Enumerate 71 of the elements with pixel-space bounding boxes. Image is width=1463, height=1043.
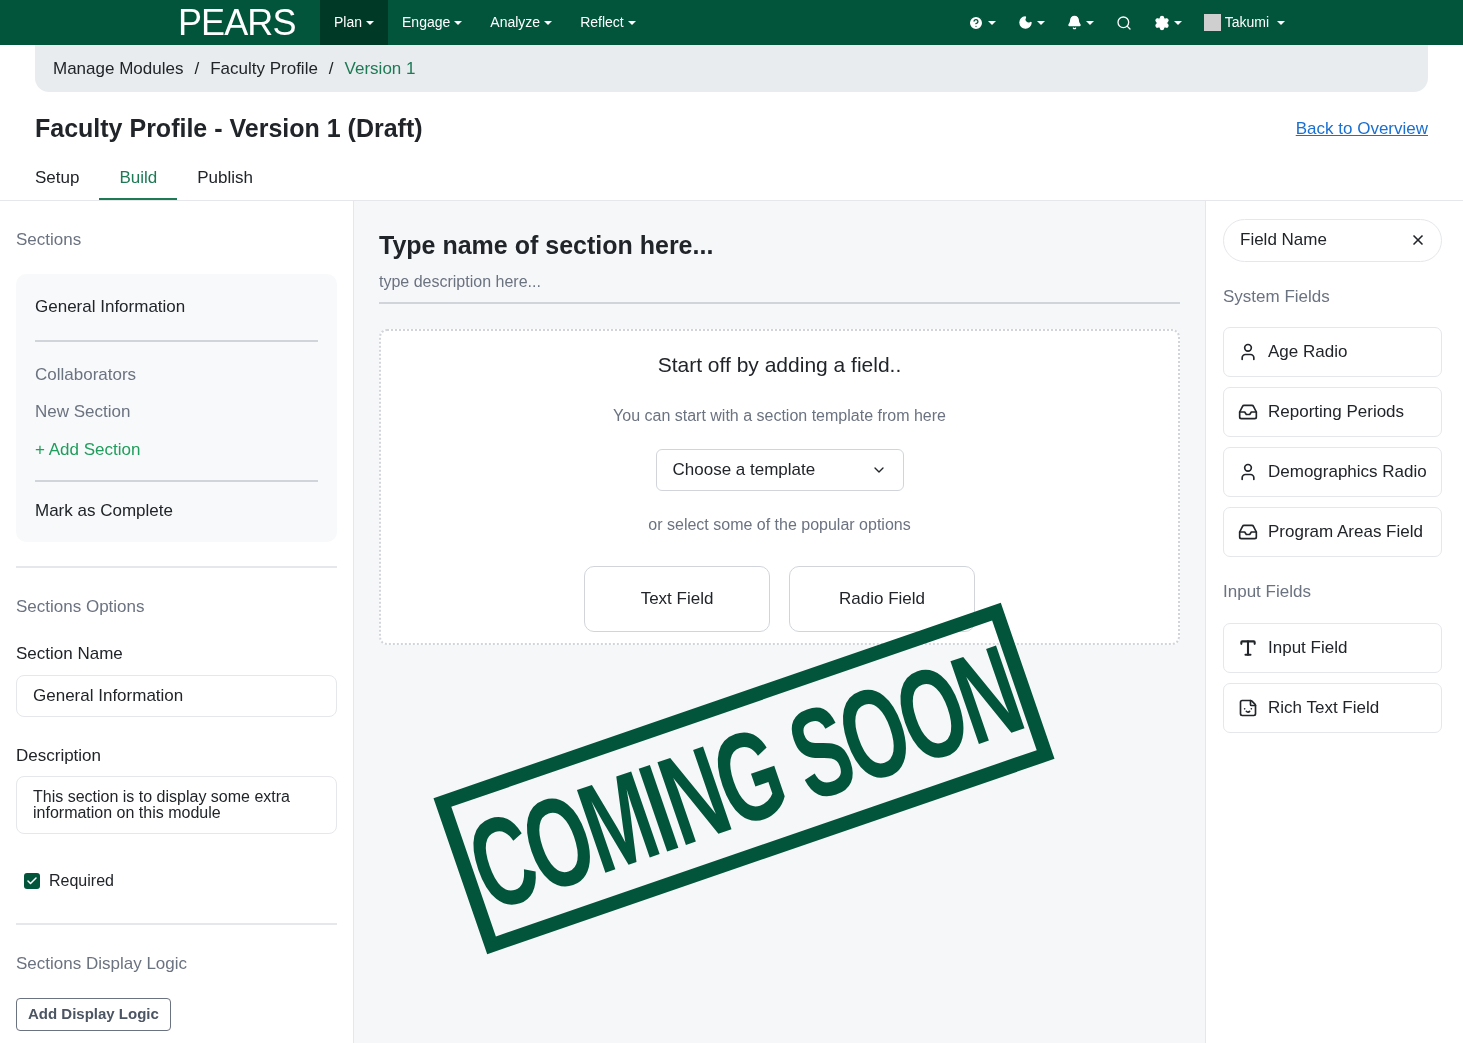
section-item[interactable]: General Information [35, 288, 318, 326]
search-icon [1115, 14, 1132, 31]
section-description-field[interactable]: type description here... [379, 270, 1180, 304]
caret-icon [544, 20, 553, 25]
field-type-button[interactable]: Reporting Periods [1223, 387, 1442, 437]
section-name-field[interactable]: General Information [16, 674, 337, 717]
breadcrumb-separator: / [328, 57, 334, 80]
settings-icon [1153, 14, 1170, 31]
breadcrumb-link[interactable]: Version 1 [344, 55, 416, 82]
panel-heading: Sections Options [16, 595, 146, 618]
empty-title: Start off by adding a field.. [657, 352, 902, 378]
sticker-icon [1238, 697, 1258, 718]
section-item[interactable]: Collaborators [35, 355, 318, 393]
field-label: Description [16, 744, 103, 767]
back-link[interactable]: Back to Overview [1295, 116, 1428, 142]
tab[interactable]: Setup [15, 157, 100, 200]
tab[interactable]: Build [99, 157, 178, 200]
description-field[interactable]: This section is to display some extra information on this module [16, 776, 337, 834]
template-hint: You can start with a section template from here [613, 405, 946, 426]
panel-heading: Sections [16, 228, 83, 251]
add-display-logic-button[interactable]: Add Display Logic [16, 997, 171, 1031]
section-item[interactable]: New Section [35, 393, 318, 431]
user-menu[interactable]: Takumi [1203, 12, 1285, 33]
caret-icon [1036, 20, 1045, 25]
section-title-field[interactable]: Type name of section here... [379, 226, 1180, 264]
search-button[interactable] [1115, 14, 1132, 31]
field-type-button[interactable]: Rich Text Field [1223, 682, 1442, 733]
breadcrumb-link[interactable]: Manage Modules [53, 55, 184, 82]
field-type-button[interactable]: Input Field [1223, 622, 1442, 673]
breadcrumb-link[interactable]: Faculty Profile [210, 55, 318, 82]
field-label: Section Name [16, 643, 124, 665]
panel-heading: Sections Display Logic [16, 953, 189, 975]
tab[interactable]: Publish [177, 157, 273, 200]
group-heading: System Fields [1223, 285, 1331, 308]
breadcrumb-separator: / [194, 57, 200, 80]
caret-icon [1277, 20, 1285, 25]
inbox-icon [1238, 522, 1258, 542]
logo[interactable]: PEARS [178, 4, 320, 41]
moon-icon [1017, 15, 1033, 30]
text-size-icon [1238, 637, 1258, 658]
nav-menu[interactable]: Plan [320, 0, 389, 45]
help-menu[interactable] [967, 14, 996, 31]
notifications-menu[interactable] [1066, 15, 1094, 30]
field-option-button[interactable]: Radio Field [789, 565, 975, 632]
field-option-button[interactable]: Text Field [584, 565, 770, 632]
group-heading: Input Fields [1223, 581, 1312, 603]
popular-hint: or select some of the popular options [648, 514, 911, 535]
template-select[interactable]: Choose a template [655, 448, 904, 491]
field-type-button[interactable]: Age Radio [1223, 327, 1442, 377]
avatar-icon [1203, 14, 1221, 31]
caret-icon [1173, 20, 1182, 25]
bell-icon [1066, 15, 1082, 30]
person-icon [1238, 342, 1258, 362]
check-icon [26, 875, 38, 887]
settings-menu[interactable] [1153, 14, 1182, 31]
caret-icon [987, 20, 996, 25]
field-search[interactable]: Field Name [1223, 218, 1442, 262]
help-icon [967, 14, 984, 31]
caret-icon [366, 20, 375, 25]
theme-menu[interactable] [1017, 15, 1045, 30]
caret-icon [627, 20, 636, 25]
page-title: Faculty Profile - Version 1 (Draft) [35, 113, 423, 144]
inbox-icon [1238, 402, 1258, 422]
mark-complete-link[interactable]: Mark as Complete [35, 494, 318, 528]
field-type-button[interactable]: Program Areas Field [1223, 507, 1442, 557]
field-type-button[interactable]: Demographics Radio [1223, 447, 1442, 497]
person-icon [1238, 462, 1258, 482]
checkbox-label: Required [49, 871, 114, 891]
required-checkbox[interactable] [24, 873, 40, 889]
caret-icon [454, 20, 463, 25]
caret-icon [1085, 20, 1094, 25]
